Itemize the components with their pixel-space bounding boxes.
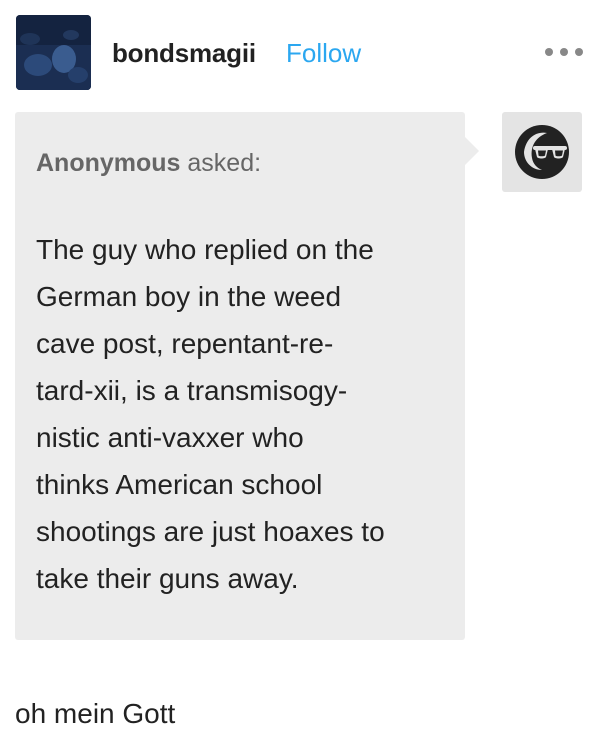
question-text: The guy who replied on the German boy in… bbox=[36, 234, 385, 594]
anonymous-avatar bbox=[502, 112, 582, 192]
asker-line: Anonymous asked: bbox=[36, 148, 261, 178]
follow-button[interactable]: Follow bbox=[286, 36, 361, 70]
bubble-pointer bbox=[465, 137, 479, 165]
ask-bubble: Anonymous asked: The guy who replied on … bbox=[15, 112, 479, 640]
answer-text: oh mein Gott bbox=[15, 698, 176, 729]
post-header: bondsmagii Follow bbox=[0, 0, 600, 100]
author-avatar[interactable] bbox=[16, 15, 91, 90]
avatar-image-icon bbox=[16, 15, 91, 90]
anonymous-sunglasses-icon bbox=[515, 125, 569, 179]
asker-name: Anonymous bbox=[36, 149, 181, 177]
asked-label: asked: bbox=[187, 149, 262, 177]
more-options-icon[interactable] bbox=[542, 40, 586, 64]
author-username[interactable]: bondsmagii bbox=[112, 36, 256, 70]
